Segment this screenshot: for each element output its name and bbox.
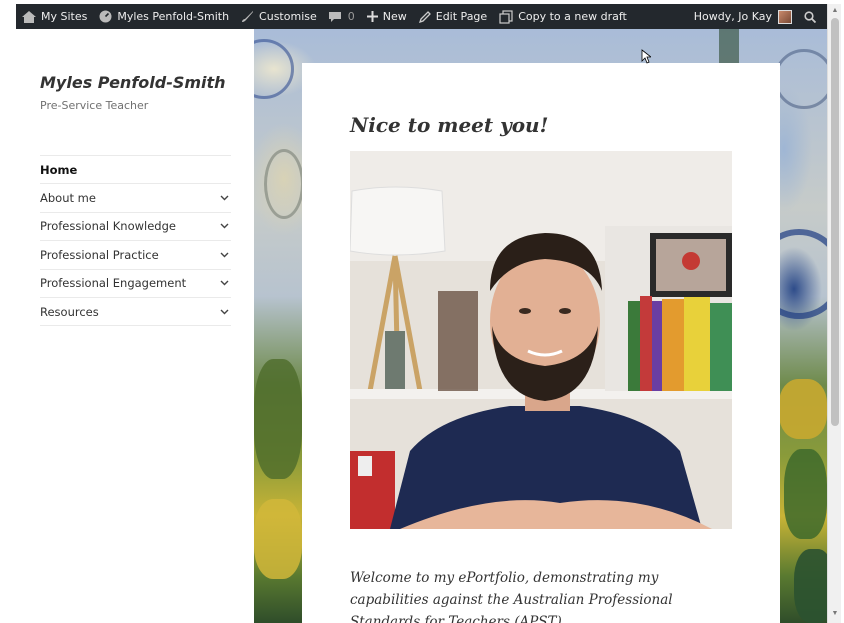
menu-item-label: About me [40, 191, 96, 206]
new-label: New [382, 10, 407, 23]
site-name-menu[interactable]: Myles Penfold-Smith [93, 4, 235, 29]
scroll-up-arrow-icon[interactable]: ▲ [831, 7, 839, 15]
comments-count: 0 [347, 10, 355, 23]
chevron-down-icon[interactable] [217, 248, 231, 262]
copy-draft-link[interactable]: Copy to a new draft [493, 4, 633, 29]
chevron-down-icon[interactable] [217, 191, 231, 205]
content-card: Nice to meet you! Welcome to my ePortfol… [302, 63, 780, 623]
main-navigation: Home About me Professional Knowledge Pro… [40, 155, 231, 327]
site-name-label: Myles Penfold-Smith [117, 10, 230, 23]
menu-item-professional-engagement[interactable]: Professional Engagement [40, 270, 231, 298]
copy-draft-label: Copy to a new draft [518, 10, 627, 23]
edit-page-label: Edit Page [435, 10, 488, 23]
comments-link[interactable]: 0 [323, 4, 361, 29]
mouse-cursor-icon [641, 49, 651, 64]
pencil-icon [418, 10, 431, 23]
menu-item-professional-practice[interactable]: Professional Practice [40, 241, 231, 270]
site-title[interactable]: Myles Penfold-Smith [40, 73, 226, 92]
dashboard-icon [99, 10, 112, 23]
search-button[interactable] [798, 4, 827, 29]
menu-item-label: Professional Knowledge [40, 219, 176, 234]
chevron-down-icon[interactable] [217, 276, 231, 290]
menu-item-label: Home [40, 162, 78, 177]
plus-icon [366, 11, 378, 22]
sidebar: Myles Penfold-Smith Pre-Service Teacher … [16, 29, 254, 623]
profile-photo-illustration [350, 151, 732, 529]
menu-item-about-me[interactable]: About me [40, 184, 231, 213]
account-menu[interactable]: Howdy, Jo Kay [688, 4, 798, 29]
comment-icon [328, 11, 341, 22]
copy-icon [499, 9, 513, 24]
customise-label: Customise [259, 10, 317, 23]
scrollbar-thumb[interactable] [831, 18, 839, 426]
menu-item-resources[interactable]: Resources [40, 298, 231, 327]
my-sites-label: My Sites [41, 10, 88, 23]
scroll-down-arrow-icon[interactable]: ▼ [831, 610, 839, 618]
admin-bar: My Sites Myles Penfold-Smith Customise 0… [16, 4, 827, 29]
profile-photo [350, 151, 732, 529]
vertical-scrollbar[interactable]: ▲ ▼ [827, 4, 841, 623]
brush-icon [242, 11, 254, 22]
menu-item-label: Professional Practice [40, 247, 159, 262]
page-intro: Welcome to my ePortfolio, demonstrating … [350, 570, 673, 623]
menu-item-professional-knowledge[interactable]: Professional Knowledge [40, 213, 231, 242]
site-description: Pre-Service Teacher [40, 99, 149, 112]
my-sites-menu[interactable]: My Sites [16, 4, 93, 29]
my-sites-icon [22, 10, 36, 23]
customise-link[interactable]: Customise [235, 4, 323, 29]
menu-item-label: Professional Engagement [40, 276, 187, 291]
page-title: Nice to meet you! [350, 113, 549, 137]
browser-viewport: My Sites Myles Penfold-Smith Customise 0… [16, 4, 827, 623]
chevron-down-icon[interactable] [217, 219, 231, 233]
edit-page-link[interactable]: Edit Page [413, 4, 493, 29]
new-content-menu[interactable]: New [361, 4, 413, 29]
search-icon [804, 10, 816, 23]
menu-item-label: Resources [40, 304, 99, 319]
menu-item-home[interactable]: Home [40, 156, 231, 185]
howdy-label: Howdy, Jo Kay [693, 10, 772, 23]
chevron-down-icon[interactable] [217, 305, 231, 319]
avatar [778, 9, 792, 24]
